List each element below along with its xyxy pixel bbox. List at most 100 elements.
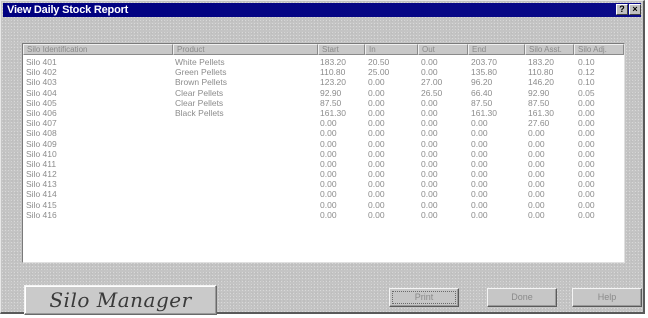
end-cell: 66.40 [471, 87, 493, 98]
column-header-in[interactable]: In [365, 44, 418, 55]
product-cell: Clear Pellets [175, 87, 224, 98]
in-cell: 0.00 [368, 148, 385, 159]
silo-asst-cell: 0.00 [528, 128, 545, 139]
silo-adj-cell: 0.10 [578, 77, 595, 88]
silo-id-cell: Silo 403 [26, 77, 57, 88]
product-cell: Clear Pellets [175, 97, 224, 108]
column-header-out[interactable]: Out [418, 44, 468, 55]
silo-adj-cell: 0.00 [578, 158, 595, 169]
column-header-start[interactable]: Start [318, 44, 365, 55]
start-cell: 123.20 [320, 77, 346, 88]
column-header-silo-identification[interactable]: Silo Identification [23, 44, 173, 55]
end-cell: 0.00 [471, 128, 488, 139]
table-row[interactable]: Silo 412 0.00 0.00 0.00 0.00 0.00 0.00 [23, 169, 624, 179]
out-cell: 27.00 [421, 77, 443, 88]
out-cell: 0.00 [421, 138, 438, 149]
in-cell: 0.00 [368, 199, 385, 210]
in-cell: 25.00 [368, 67, 390, 78]
in-cell: 0.00 [368, 97, 385, 108]
silo-id-cell: Silo 405 [26, 97, 57, 108]
end-cell: 0.00 [471, 148, 488, 159]
start-cell: 0.00 [320, 138, 337, 149]
start-cell: 161.30 [320, 107, 346, 118]
start-cell: 0.00 [320, 209, 337, 220]
silo-asst-cell: 161.30 [528, 107, 554, 118]
silo-adj-cell: 0.00 [578, 118, 595, 129]
list-rows: Silo 401 White Pellets 183.20 20.50 0.00 203.… [23, 57, 624, 220]
silo-id-cell: Silo 415 [26, 199, 57, 210]
silo-asst-cell: 0.00 [528, 179, 545, 190]
title-bar[interactable]: View Daily Stock Report ? × [3, 3, 641, 17]
in-cell: 0.00 [368, 107, 385, 118]
table-row[interactable]: Silo 407 0.00 0.00 0.00 0.00 27.60 0.00 [23, 118, 624, 128]
end-cell: 161.30 [471, 107, 497, 118]
silo-adj-cell: 0.10 [578, 57, 595, 67]
silo-id-cell: Silo 411 [26, 158, 57, 169]
silo-asst-cell: 27.60 [528, 118, 550, 129]
start-cell: 0.00 [320, 169, 337, 180]
table-row[interactable]: Silo 406 Black Pellets 161.30 0.00 0.00 161.3… [23, 108, 624, 118]
silo-id-cell: Silo 407 [26, 118, 57, 129]
table-row[interactable]: Silo 413 0.00 0.00 0.00 0.00 0.00 0.00 [23, 179, 624, 189]
table-row[interactable]: Silo 416 0.00 0.00 0.00 0.00 0.00 0.00 [23, 210, 624, 220]
silo-id-cell: Silo 414 [26, 189, 57, 200]
silo-id-cell: Silo 408 [26, 128, 57, 139]
out-cell: 0.00 [421, 158, 438, 169]
help-button[interactable]: Help [572, 288, 642, 307]
table-row[interactable]: Silo 410 0.00 0.00 0.00 0.00 0.00 0.00 [23, 149, 624, 159]
silo-adj-cell: 0.12 [578, 67, 595, 78]
in-cell: 0.00 [368, 209, 385, 220]
table-row[interactable]: Silo 404 Clear Pellets 92.90 0.00 26.50 66.40… [23, 88, 624, 98]
start-cell: 0.00 [320, 189, 337, 200]
out-cell: 0.00 [421, 169, 438, 180]
silo-adj-cell: 0.00 [578, 199, 595, 210]
end-cell: 87.50 [471, 97, 493, 108]
start-cell: 183.20 [320, 57, 346, 67]
silo-asst-cell: 0.00 [528, 199, 545, 210]
in-cell: 0.00 [368, 118, 385, 129]
product-cell: Black Pellets [175, 107, 224, 118]
table-row[interactable]: Silo 405 Clear Pellets 87.50 0.00 0.00 87.50 8… [23, 98, 624, 108]
out-cell: 0.00 [421, 179, 438, 190]
table-row[interactable]: Silo 408 0.00 0.00 0.00 0.00 0.00 0.00 [23, 128, 624, 138]
silo-manager-logo: Silo Manager [24, 285, 217, 315]
column-header-silo-adj[interactable]: Silo Adj. [574, 44, 624, 55]
out-cell: 0.00 [421, 57, 438, 67]
silo-id-cell: Silo 409 [26, 138, 57, 149]
table-row[interactable]: Silo 402 Green Pellets 110.80 25.00 0.00 135.… [23, 67, 624, 77]
column-header-end[interactable]: End [468, 44, 525, 55]
silo-adj-cell: 0.00 [578, 179, 595, 190]
done-button[interactable]: Done [487, 288, 557, 307]
column-header-product[interactable]: Product [173, 44, 318, 55]
print-button[interactable]: Print [389, 288, 459, 307]
table-row[interactable]: Silo 411 0.00 0.00 0.00 0.00 0.00 0.00 [23, 159, 624, 169]
table-row[interactable]: Silo 409 0.00 0.00 0.00 0.00 0.00 0.00 [23, 139, 624, 149]
silo-id-cell: Silo 412 [26, 169, 57, 180]
table-row[interactable]: Silo 414 0.00 0.00 0.00 0.00 0.00 0.00 [23, 189, 624, 199]
in-cell: 0.00 [368, 189, 385, 200]
start-cell: 87.50 [320, 97, 342, 108]
out-cell: 0.00 [421, 189, 438, 200]
table-row[interactable]: Silo 401 White Pellets 183.20 20.50 0.00 203.… [23, 57, 624, 67]
stock-report-list[interactable]: Silo Identification Product Start In Out… [22, 43, 625, 263]
in-cell: 0.00 [368, 138, 385, 149]
close-icon[interactable]: × [629, 4, 641, 15]
end-cell: 203.70 [471, 57, 497, 67]
end-cell: 96.20 [471, 77, 493, 88]
silo-adj-cell: 0.00 [578, 128, 595, 139]
end-cell: 0.00 [471, 189, 488, 200]
end-cell: 0.00 [471, 169, 488, 180]
in-cell: 0.00 [368, 158, 385, 169]
silo-asst-cell: 0.00 [528, 158, 545, 169]
product-cell: Green Pellets [175, 67, 227, 78]
column-header-silo-asst[interactable]: Silo Asst. [525, 44, 574, 55]
table-row[interactable]: Silo 415 0.00 0.00 0.00 0.00 0.00 0.00 [23, 200, 624, 210]
in-cell: 0.00 [368, 128, 385, 139]
product-cell: Brown Pellets [175, 77, 227, 88]
table-row[interactable]: Silo 403 Brown Pellets 123.20 0.00 27.00 96.2… [23, 77, 624, 87]
help-icon[interactable]: ? [616, 4, 628, 15]
end-cell: 0.00 [471, 209, 488, 220]
silo-asst-cell: 0.00 [528, 138, 545, 149]
in-cell: 0.00 [368, 179, 385, 190]
end-cell: 0.00 [471, 179, 488, 190]
